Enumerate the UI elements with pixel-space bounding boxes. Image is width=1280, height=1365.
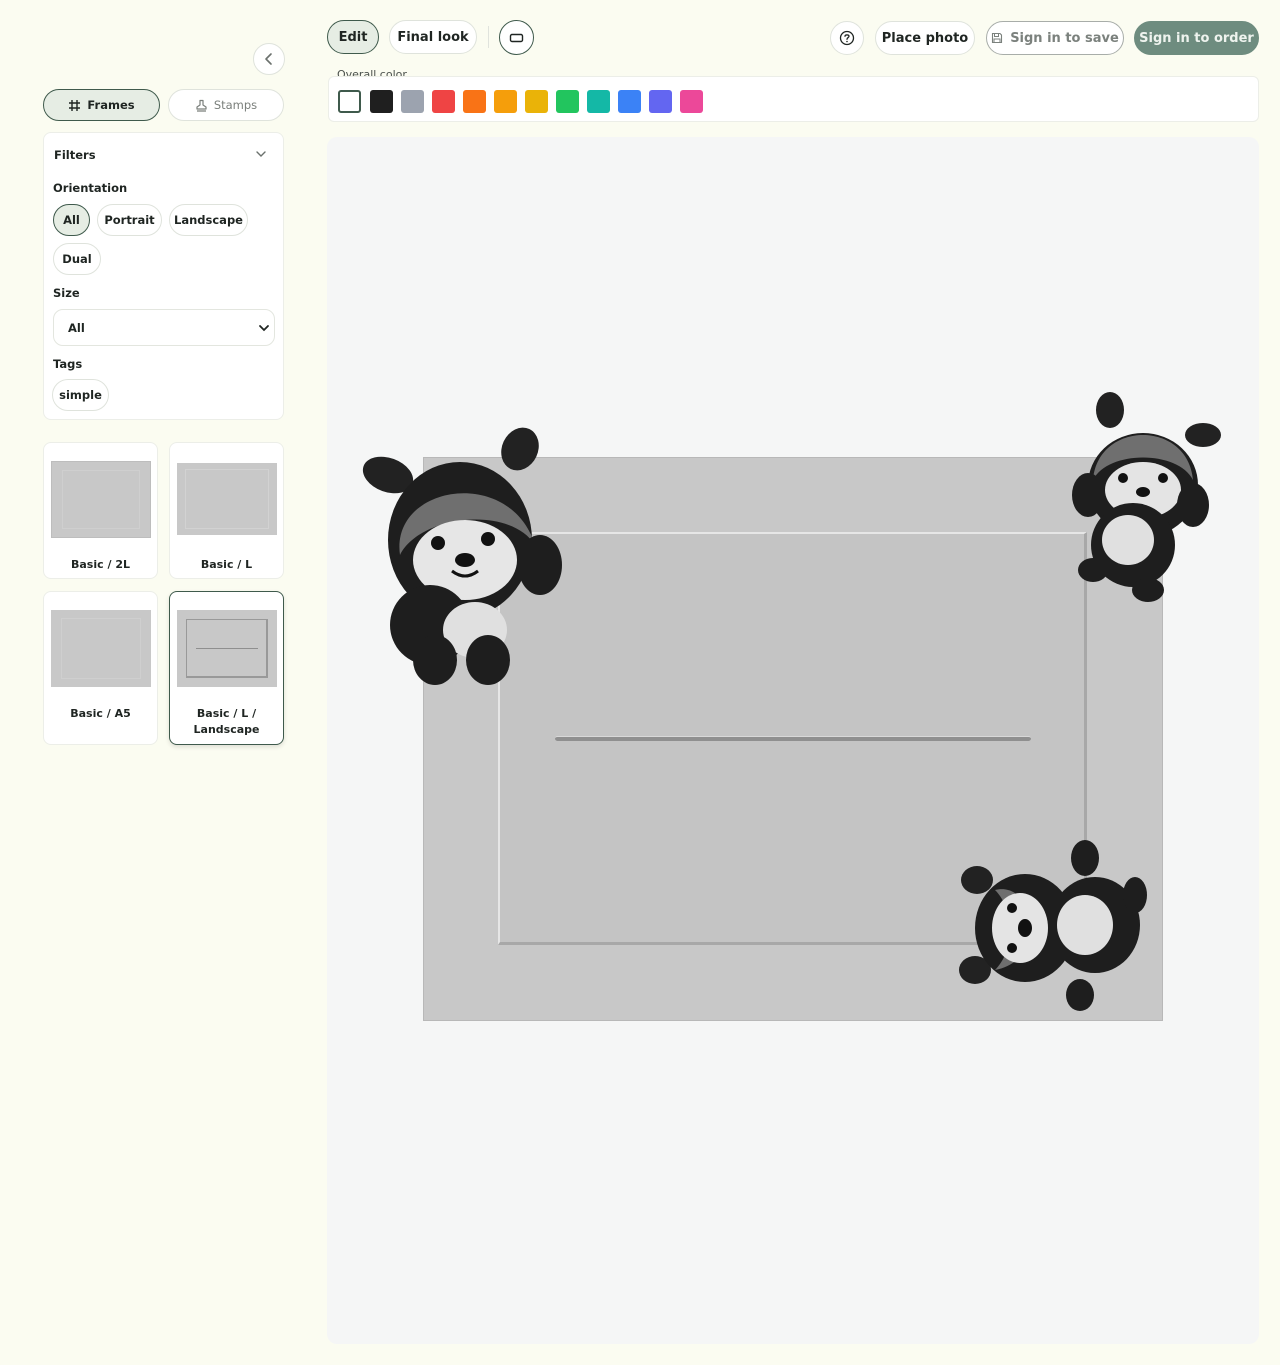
sign-in-to-save-label: Sign in to save	[1010, 30, 1119, 46]
color-swatch-pink[interactable]	[680, 90, 703, 113]
tab-frames-label: Frames	[87, 98, 135, 112]
size-select-value: All	[68, 320, 85, 335]
frame-card-label: Basic / L	[200, 558, 253, 571]
help-circle-icon	[839, 30, 855, 46]
collapse-sidebar-button[interactable]	[253, 43, 285, 75]
floppy-icon	[992, 32, 1003, 44]
hash-icon	[69, 99, 81, 111]
color-swatch-amber[interactable]	[494, 90, 517, 113]
frame-card-basic-a5[interactable]: Basic / A5	[43, 591, 158, 745]
tab-frames[interactable]: Frames	[43, 89, 160, 121]
stamp-icon	[196, 99, 207, 112]
color-swatch-yellow[interactable]	[525, 90, 548, 113]
frame-card-basic-l[interactable]: Basic / L	[169, 442, 284, 579]
frame-card-label: Basic / 2L	[71, 558, 130, 571]
tags-label: Tags	[53, 357, 83, 371]
bear-stamp[interactable]	[360, 425, 565, 690]
sign-in-to-order-button[interactable]: Sign in to order	[1134, 21, 1259, 55]
frame-divider-line	[555, 736, 1031, 741]
orientation-chip-dual[interactable]: Dual	[53, 243, 101, 275]
tab-stamps[interactable]: Stamps	[168, 89, 284, 121]
color-swatch-red[interactable]	[432, 90, 455, 113]
aspect-ratio-button[interactable]	[499, 20, 534, 55]
place-photo-button[interactable]: Place photo	[875, 21, 975, 55]
help-button[interactable]	[830, 21, 864, 55]
toolbar-divider	[488, 26, 489, 48]
tab-stamps-label: Stamps	[213, 98, 258, 112]
frame-thumbnail	[51, 610, 151, 687]
color-swatch-white[interactable]	[338, 90, 361, 113]
frame-thumbnail	[51, 461, 151, 538]
size-label: Size	[53, 286, 80, 300]
color-swatch-indigo[interactable]	[649, 90, 672, 113]
orientation-label: Orientation	[53, 181, 128, 195]
frame-thumbnail	[177, 463, 277, 535]
color-swatch-gray[interactable]	[401, 90, 424, 113]
rectangle-icon	[509, 33, 524, 42]
chevron-left-icon	[265, 53, 272, 65]
frame-thumbnail	[177, 610, 277, 687]
color-swatch-black[interactable]	[370, 90, 393, 113]
overall-color-panel	[328, 76, 1259, 122]
orientation-chip-landscape[interactable]: Landscape	[169, 204, 248, 236]
frame-card-basic-l-landscape[interactable]: Basic / L / Landscape	[169, 591, 284, 745]
filters-title: Filters	[54, 148, 96, 162]
frame-card-label: Landscape	[193, 723, 260, 736]
frame-card-label: Basic / A5	[70, 707, 131, 720]
color-swatch-blue[interactable]	[618, 90, 641, 113]
orientation-chip-portrait[interactable]: Portrait	[97, 204, 162, 236]
final-look-button[interactable]: Final look	[389, 20, 477, 54]
chevron-down-icon[interactable]	[254, 147, 268, 161]
color-swatch-orange[interactable]	[463, 90, 486, 113]
frame-card-label: Basic / L /	[196, 707, 257, 720]
sign-in-to-save-button[interactable]: Sign in to save	[986, 21, 1124, 55]
frame-card-basic-2l[interactable]: Basic / 2L	[43, 442, 158, 579]
tag-chip-simple[interactable]: simple	[52, 379, 109, 411]
chevron-down-icon	[259, 325, 269, 332]
bear-stamp[interactable]	[1068, 390, 1228, 605]
bear-stamp[interactable]	[955, 840, 1155, 1015]
edit-mode-button[interactable]: Edit	[327, 20, 379, 54]
filters-panel: Filters Orientation All Portrait Landsca…	[43, 132, 284, 420]
size-select[interactable]: All	[53, 309, 275, 346]
orientation-chip-all[interactable]: All	[53, 204, 90, 236]
color-swatch-teal[interactable]	[587, 90, 610, 113]
color-swatch-green[interactable]	[556, 90, 579, 113]
